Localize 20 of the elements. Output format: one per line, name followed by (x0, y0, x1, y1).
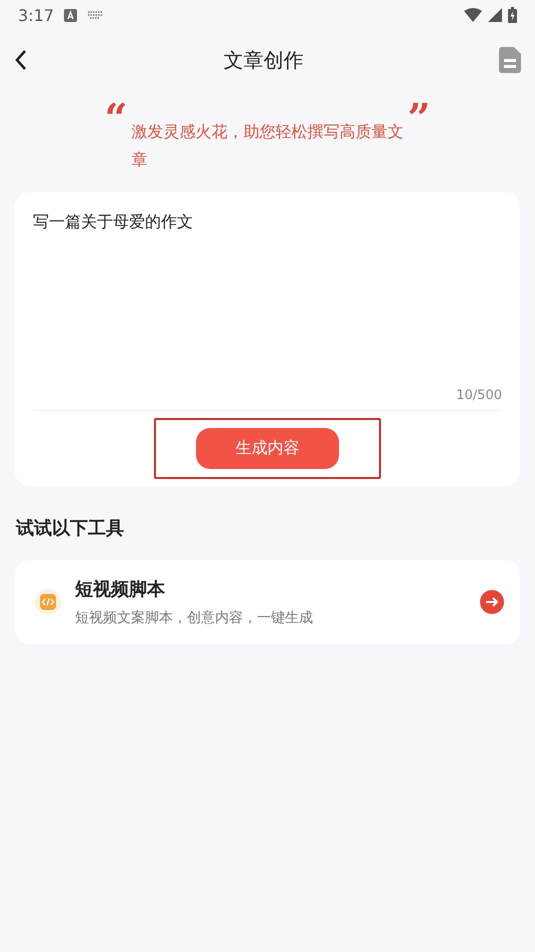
quote-mark: ” (408, 102, 431, 144)
tool-card[interactable]: 短视频脚本 短视频文案脚本，创意内容，一键生成 (15, 560, 520, 644)
signal-icon (488, 8, 502, 22)
document-icon[interactable] (499, 47, 521, 73)
battery-icon (508, 7, 517, 23)
notification-icon (64, 8, 77, 22)
code-icon (35, 589, 61, 615)
slogan-text: 激发灵感火花，助您轻松撰写高质量文章 (132, 121, 404, 171)
page-title: 文章创作 (222, 46, 304, 74)
arrow-right-icon[interactable] (480, 590, 504, 614)
quote-mark: “ (104, 102, 128, 144)
section-title: 试试以下工具 (16, 517, 125, 540)
keyboard-icon (86, 10, 103, 20)
status-time: 3:17 (18, 6, 54, 24)
tool-description: 短视频文案脚本，创意内容，一键生成 (75, 609, 314, 627)
back-icon[interactable] (14, 49, 28, 71)
prompt-input-field[interactable]: 写一篇关于母爱的作文 (33, 192, 502, 388)
character-counter: 10/500 (456, 388, 502, 404)
tool-title: 短视频脚本 (75, 578, 166, 601)
wifi-icon (464, 8, 482, 22)
